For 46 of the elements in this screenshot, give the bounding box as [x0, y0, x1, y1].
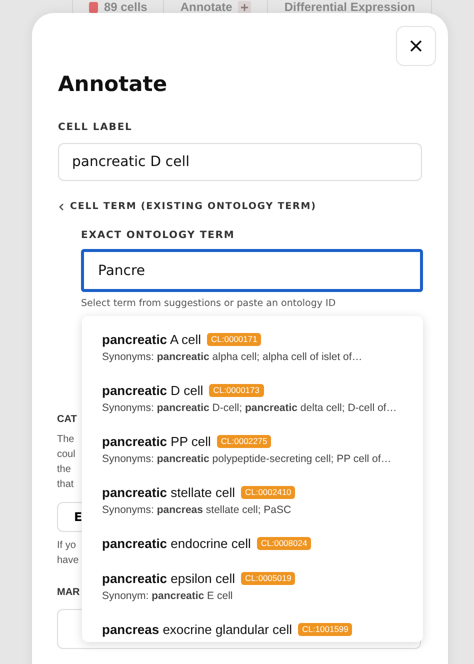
- term-name: pancreatic stellate cell: [102, 485, 235, 500]
- description-text: coul: [57, 448, 76, 462]
- term-name: pancreatic epsilon cell: [102, 571, 235, 586]
- close-icon: [410, 40, 422, 52]
- suggestion-item[interactable]: pancreatic stellate cell CL:0002410 Synonyms: pancreas stellate cell; PaSC: [82, 475, 423, 526]
- term-id-tag: CL:1001599: [298, 623, 352, 636]
- term-name: pancreatic endocrine cell: [102, 536, 251, 551]
- term-id-tag: CL:0000171: [207, 333, 262, 346]
- description-text: that: [57, 478, 74, 492]
- hint-text: Select term from suggestions or paste an ontology ID: [81, 298, 337, 310]
- suggestion-item[interactable]: pancreatic PP cell CL:0002275 Synonyms: pancreatic polypeptide-secreting cell; PP cell of…: [82, 424, 423, 475]
- term-id-tag: CL:0000173: [209, 384, 264, 397]
- section-label: CELL TERM (EXISTING ONTOLOGY TERM): [70, 200, 316, 213]
- note-text: If yo: [57, 539, 76, 553]
- suggestion-item[interactable]: pancreatic D cell CL:0000173 Synonyms: pancreatic D-cell; pancreatic delta cell; D-cell of…: [82, 373, 423, 424]
- synonyms-text: Synonyms: pancreatic alpha cell; alpha cell of islet of…: [102, 350, 364, 365]
- term-name: pancreatic PP cell: [102, 434, 211, 449]
- term-name: pancreas exocrine glandular cell: [102, 622, 292, 637]
- suggestion-item[interactable]: pancreatic A cell CL:0000171 Synonyms: pancreatic alpha cell; alpha cell of islet of…: [82, 322, 423, 373]
- synonyms-text: Synonyms: pancreatic D-cell; pancreatic delta cell; D-cell of…: [102, 401, 398, 416]
- term-id-tag: CL:0005019: [240, 572, 296, 585]
- suggestion-item[interactable]: pancreatic epsilon cell CL:0005019 Synonym: pancreatic E cell: [82, 561, 423, 612]
- synonyms-text: Synonym: pancreatic E cell: [102, 589, 234, 604]
- cell-chip-icon: [88, 2, 98, 12]
- term-name: pancreatic D cell: [102, 383, 204, 398]
- description-text: The: [57, 433, 74, 447]
- term-name: pancreatic A cell: [102, 332, 202, 347]
- term-id-tag: CL:0008024: [256, 537, 312, 550]
- suggestion-item[interactable]: pancreatic endocrine cell CL:0008024: [82, 526, 423, 561]
- section-label: CAT: [57, 413, 77, 426]
- ontology-term-field[interactable]: Pancre: [81, 249, 423, 292]
- section-label: MAR: [57, 586, 80, 599]
- term-id-tag: CL:0002275: [216, 435, 272, 448]
- chevron-icon[interactable]: [58, 202, 64, 210]
- description-text: the: [57, 463, 71, 477]
- synonyms-text: Synonyms: pancreatic polypeptide-secreting cell; PP cell of…: [102, 452, 392, 467]
- plus-icon[interactable]: [238, 0, 252, 14]
- field-label: CELL LABEL: [58, 121, 134, 134]
- note-text: have: [57, 554, 79, 568]
- dialog-title: Annotate: [58, 71, 168, 97]
- suggestion-item[interactable]: pancreas exocrine glandular cell CL:1001599: [82, 612, 423, 642]
- close-button[interactable]: [396, 26, 436, 66]
- cell-label-field[interactable]: pancreatic D cell: [58, 143, 422, 181]
- synonyms-text: Synonyms: pancreas stellate cell; PaSC: [102, 503, 292, 518]
- term-id-tag: CL:0002410: [240, 486, 296, 499]
- field-label: EXACT ONTOLOGY TERM: [81, 229, 236, 242]
